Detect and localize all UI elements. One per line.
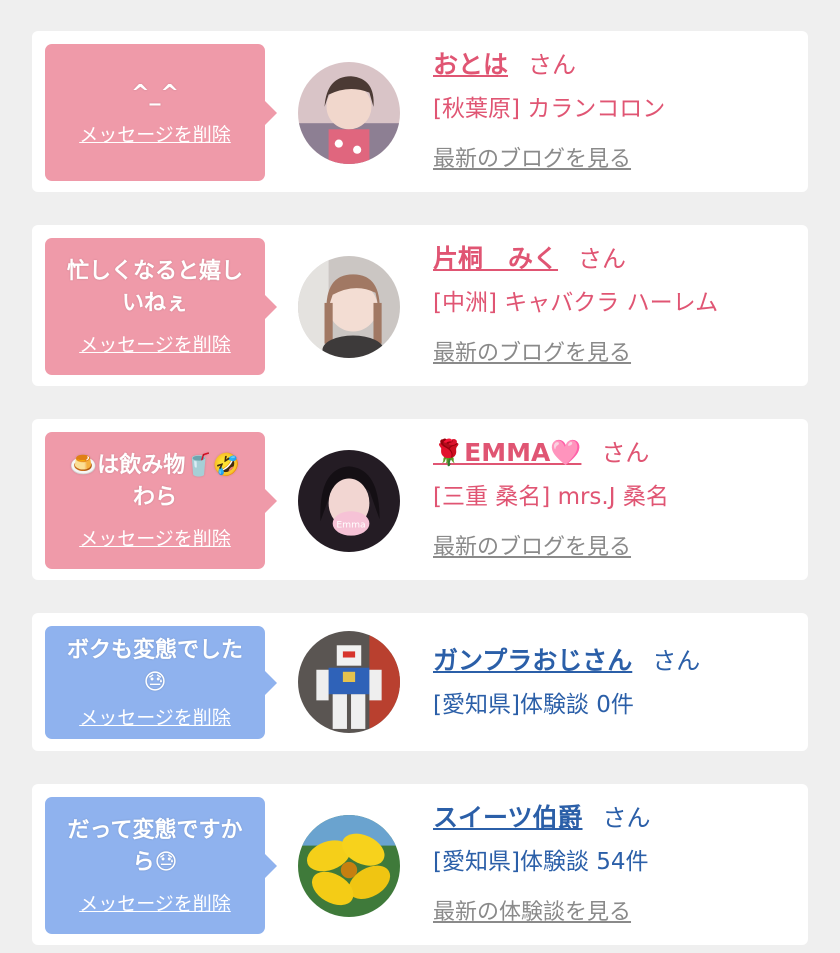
- honorific-label: さん: [528, 51, 577, 79]
- robot-figure-icon: [298, 631, 400, 733]
- girl-photo-icon: [298, 62, 400, 164]
- svg-text:Emma: Emma: [336, 520, 365, 531]
- profile-name-link[interactable]: 片桐 みく: [433, 239, 558, 275]
- latest-taiken-link[interactable]: 最新の体験談を見る: [433, 894, 651, 926]
- profile-name-link[interactable]: ガンプラおじさん: [433, 641, 632, 677]
- latest-blog-link[interactable]: 最新のブログを見る: [433, 529, 669, 561]
- delete-message-link[interactable]: メッセージを削除: [79, 120, 231, 147]
- message-card: だって変態ですか ら😓 メッセージを削除 スイーツ伯爵 さん [愛知県]体験談 …: [32, 784, 808, 945]
- avatar[interactable]: [298, 256, 400, 358]
- honorific-label: さん: [601, 439, 650, 467]
- profile-info: おとは さん [秋葉原] カランコロン 最新のブログを見る: [433, 45, 665, 173]
- avatar[interactable]: [298, 815, 400, 917]
- profile-name-link[interactable]: おとは: [433, 45, 508, 81]
- shop-label: [中洲] キャバクラ ハーレム: [433, 290, 719, 316]
- shop-label: [愛知県]体験談 0件: [433, 692, 634, 718]
- message-text: ボクも変態でした 😓: [66, 638, 243, 695]
- latest-blog-link[interactable]: 最新のブログを見る: [433, 141, 665, 173]
- profile-info: ガンプラおじさん さん [愛知県]体験談 0件: [433, 641, 700, 719]
- message-text: 🍮は飲み物🥤🤣 わら: [69, 453, 241, 510]
- message-card: 🍮は飲み物🥤🤣 わら メッセージを削除 Emma 🌹EMMA🩷 さん [三重 桑…: [32, 419, 808, 580]
- girl-photo-icon: [298, 256, 400, 358]
- message-bubble: 🍮は飲み物🥤🤣 わら メッセージを削除: [45, 432, 277, 569]
- message-bubble: だって変態ですか ら😓 メッセージを削除: [45, 797, 277, 934]
- honorific-label: さん: [578, 245, 627, 273]
- avatar[interactable]: Emma: [298, 450, 400, 552]
- girl-photo-icon: Emma: [298, 450, 400, 552]
- profile-info: 片桐 みく さん [中洲] キャバクラ ハーレム 最新のブログを見る: [433, 239, 718, 367]
- latest-blog-link[interactable]: 最新のブログを見る: [433, 335, 718, 367]
- avatar[interactable]: [298, 631, 400, 733]
- message-text: だって変態ですか ら😓: [67, 818, 243, 875]
- shop-label: [愛知県]体験談 54件: [433, 849, 649, 875]
- delete-message-link[interactable]: メッセージを削除: [79, 330, 231, 357]
- delete-message-link[interactable]: メッセージを削除: [79, 524, 231, 551]
- message-bubble: 忙しくなると嬉し いねぇ メッセージを削除: [45, 238, 277, 375]
- message-text: ^_^: [131, 81, 179, 106]
- avatar[interactable]: [298, 62, 400, 164]
- profile-info: 🌹EMMA🩷 さん [三重 桑名] mrs.J 桑名 最新のブログを見る: [433, 433, 669, 561]
- profile-name-link[interactable]: スイーツ伯爵: [433, 798, 583, 834]
- yellow-flower-icon: [298, 815, 400, 917]
- message-card: ^_^ メッセージを削除 おとは さん [秋葉原] カランコロン 最新のブログを…: [32, 31, 808, 192]
- message-list: ^_^ メッセージを削除 おとは さん [秋葉原] カランコロン 最新のブログを…: [0, 0, 840, 953]
- message-text: 忙しくなると嬉し いねぇ: [66, 259, 243, 316]
- message-bubble: ボクも変態でした 😓 メッセージを削除: [45, 626, 277, 739]
- message-bubble: ^_^ メッセージを削除: [45, 44, 277, 181]
- message-card: 忙しくなると嬉し いねぇ メッセージを削除 片桐 みく さん [中洲] キャバク…: [32, 225, 808, 386]
- delete-message-link[interactable]: メッセージを削除: [79, 889, 231, 916]
- message-card: ボクも変態でした 😓 メッセージを削除 ガンプラおじさん さん [愛知県]体験談…: [32, 613, 808, 751]
- delete-message-link[interactable]: メッセージを削除: [79, 703, 231, 730]
- honorific-label: さん: [652, 647, 701, 675]
- honorific-label: さん: [602, 804, 651, 832]
- shop-label: [三重 桑名] mrs.J 桑名: [433, 484, 669, 510]
- profile-info: スイーツ伯爵 さん [愛知県]体験談 54件 最新の体験談を見る: [433, 798, 651, 926]
- shop-label: [秋葉原] カランコロン: [433, 96, 666, 122]
- profile-name-link[interactable]: 🌹EMMA🩷: [433, 438, 581, 468]
